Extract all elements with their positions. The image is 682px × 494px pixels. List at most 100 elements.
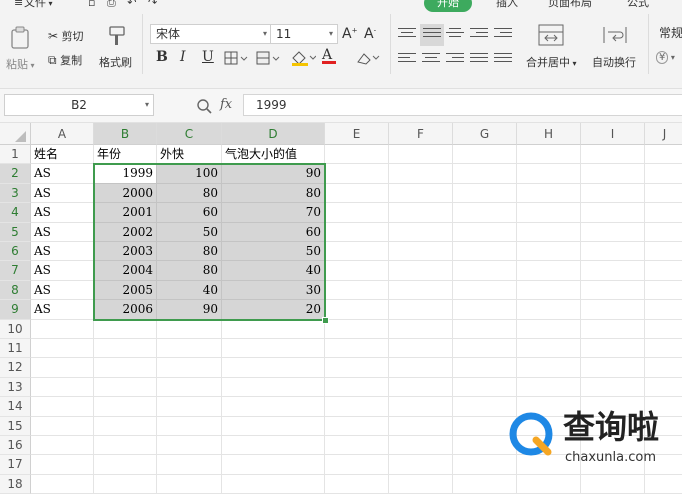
- cell-G3[interactable]: [453, 183, 517, 204]
- cell-B12[interactable]: [94, 358, 157, 378]
- format-painter-button[interactable]: 格式刷: [99, 54, 132, 70]
- cell-I9[interactable]: [581, 300, 645, 320]
- insert-function-button[interactable]: fx: [220, 97, 232, 112]
- decrease-font-icon[interactable]: A-: [364, 26, 376, 42]
- cell-D6[interactable]: 50: [222, 242, 325, 262]
- row-header-4[interactable]: 4: [0, 203, 31, 223]
- tab-file[interactable]: ≡文件 ▾: [14, 0, 53, 12]
- decrease-indent-icon[interactable]: [470, 28, 488, 42]
- align-left-icon[interactable]: [398, 53, 416, 67]
- justify-icon[interactable]: [470, 53, 488, 67]
- cell-D16[interactable]: [222, 436, 325, 456]
- cell-I2[interactable]: [581, 164, 645, 184]
- cell-C9[interactable]: 90: [157, 300, 222, 320]
- borders-icon[interactable]: [224, 51, 248, 68]
- align-center-icon[interactable]: [422, 53, 440, 67]
- align-right-icon[interactable]: [446, 53, 464, 67]
- cell-J10[interactable]: [645, 320, 682, 339]
- cell-F8[interactable]: [389, 280, 453, 301]
- cell-G9[interactable]: [453, 300, 517, 320]
- cell-B4[interactable]: 2001: [94, 203, 157, 223]
- cell-B17[interactable]: [94, 455, 157, 475]
- cell-B2[interactable]: 1999: [94, 164, 157, 184]
- cell-H12[interactable]: [517, 358, 581, 378]
- cell-D3[interactable]: 80: [222, 183, 325, 204]
- cell-G7[interactable]: [453, 261, 517, 281]
- row-header-9[interactable]: 9: [0, 300, 31, 320]
- cell-F13[interactable]: [389, 377, 453, 398]
- cell-B9[interactable]: 2006: [94, 300, 157, 320]
- cell-J3[interactable]: [645, 184, 682, 204]
- cell-J13[interactable]: [645, 378, 682, 398]
- increase-indent-icon[interactable]: [494, 28, 512, 42]
- cell-J18[interactable]: [645, 475, 682, 494]
- column-header-J[interactable]: J: [645, 123, 682, 145]
- cell-F9[interactable]: [389, 300, 453, 320]
- cell-C2[interactable]: 100: [157, 164, 222, 184]
- cell-H2[interactable]: [517, 164, 581, 184]
- cell-A8[interactable]: AS: [31, 280, 94, 301]
- cell-A4[interactable]: AS: [31, 203, 94, 223]
- italic-button[interactable]: I: [180, 49, 186, 65]
- cell-D13[interactable]: [222, 377, 325, 398]
- cell-I7[interactable]: [581, 261, 645, 281]
- cell-C8[interactable]: 40: [157, 280, 222, 301]
- cell-H1[interactable]: [517, 145, 581, 165]
- row-header-11[interactable]: 11: [0, 339, 31, 359]
- cell-G10[interactable]: [453, 319, 517, 339]
- cell-F5[interactable]: [389, 222, 453, 242]
- row-header-6[interactable]: 6: [0, 242, 31, 262]
- cell-I18[interactable]: [581, 474, 645, 494]
- cell-F16[interactable]: [389, 436, 453, 456]
- cell-F12[interactable]: [389, 358, 453, 378]
- row-header-14[interactable]: 14: [0, 397, 31, 417]
- column-header-H[interactable]: H: [517, 123, 581, 145]
- row-header-5[interactable]: 5: [0, 222, 31, 242]
- cell-E2[interactable]: [325, 164, 389, 184]
- undo-icon[interactable]: ↶: [127, 0, 136, 9]
- cell-C17[interactable]: [157, 455, 222, 475]
- cell-E15[interactable]: [325, 416, 389, 436]
- column-header-F[interactable]: F: [389, 123, 453, 145]
- column-header-B[interactable]: B: [94, 123, 157, 145]
- cell-C4[interactable]: 60: [157, 203, 222, 223]
- cell-A2[interactable]: AS: [31, 164, 94, 184]
- row-header-10[interactable]: 10: [0, 319, 31, 339]
- cell-A3[interactable]: AS: [31, 183, 94, 204]
- cell-F10[interactable]: [389, 319, 453, 339]
- cell-H18[interactable]: [517, 474, 581, 494]
- cell-G1[interactable]: [453, 145, 517, 165]
- cell-I8[interactable]: [581, 280, 645, 301]
- cell-H10[interactable]: [517, 319, 581, 339]
- font-color-icon[interactable]: A: [322, 47, 336, 64]
- cell-E7[interactable]: [325, 261, 389, 281]
- cell-F15[interactable]: [389, 416, 453, 436]
- cell-B13[interactable]: [94, 377, 157, 398]
- cell-B3[interactable]: 2000: [94, 183, 157, 204]
- align-bottom-icon[interactable]: [446, 28, 464, 42]
- cell-B11[interactable]: [94, 339, 157, 359]
- cell-J12[interactable]: [645, 358, 682, 378]
- cell-H3[interactable]: [517, 183, 581, 204]
- underline-button[interactable]: U: [202, 49, 214, 65]
- cell-E14[interactable]: [325, 397, 389, 417]
- row-header-2[interactable]: 2: [0, 164, 31, 184]
- cell-D17[interactable]: [222, 455, 325, 475]
- cell-C10[interactable]: [157, 319, 222, 339]
- cell-A1[interactable]: 姓名: [31, 145, 94, 165]
- row-header-3[interactable]: 3: [0, 183, 31, 204]
- cell-C7[interactable]: 80: [157, 261, 222, 281]
- cell-E18[interactable]: [325, 474, 389, 494]
- cell-C15[interactable]: [157, 416, 222, 436]
- row-header-18[interactable]: 18: [0, 474, 31, 494]
- cell-H6[interactable]: [517, 242, 581, 262]
- cell-G12[interactable]: [453, 358, 517, 378]
- row-header-16[interactable]: 16: [0, 436, 31, 456]
- cell-E3[interactable]: [325, 183, 389, 204]
- cell-E4[interactable]: [325, 203, 389, 223]
- cell-D9[interactable]: 20: [222, 300, 325, 320]
- cell-B10[interactable]: [94, 319, 157, 339]
- cell-A12[interactable]: [31, 358, 94, 378]
- row-header-8[interactable]: 8: [0, 280, 31, 301]
- redo-icon[interactable]: ↷: [148, 0, 157, 9]
